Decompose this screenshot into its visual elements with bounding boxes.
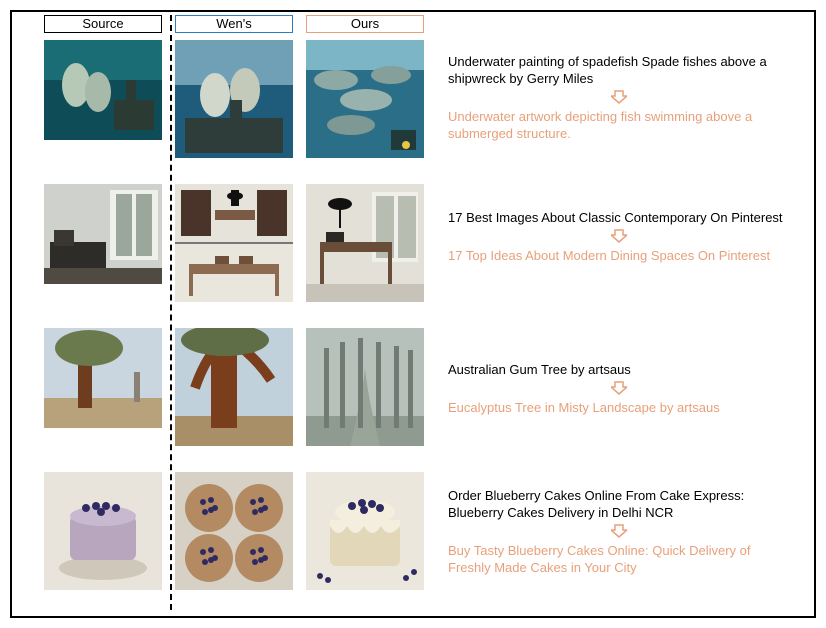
transformed-caption-2: 17 Top Ideas About Modern Dining Spaces … (448, 248, 790, 265)
thumb-wen-2 (175, 184, 293, 302)
original-caption-4: Order Blueberry Cakes Online From Cake E… (448, 488, 790, 522)
arrow-icon (448, 90, 790, 107)
captions-2: 17 Best Images About Classic Contemporar… (448, 210, 790, 265)
thumb-source-4 (44, 472, 162, 590)
original-caption-2: 17 Best Images About Classic Contemporar… (448, 210, 790, 227)
thumb-ours-4 (306, 472, 424, 590)
thumb-ours-2 (306, 184, 424, 302)
thumb-wen-3 (175, 328, 293, 446)
arrow-icon (448, 524, 790, 541)
arrow-icon (448, 381, 790, 398)
original-caption-1: Underwater painting of spadefish Spade f… (448, 54, 790, 88)
arrow-icon (448, 229, 790, 246)
transformed-caption-3: Eucalyptus Tree in Misty Landscape by ar… (448, 400, 790, 417)
thumb-wen-1 (175, 40, 293, 158)
transformed-caption-4: Buy Tasty Blueberry Cakes Online: Quick … (448, 543, 790, 577)
transformed-caption-1: Underwater artwork depicting fish swimmi… (448, 109, 790, 143)
original-caption-3: Australian Gum Tree by artsaus (448, 362, 790, 379)
separator-line (170, 15, 172, 610)
thumb-wen-4 (175, 472, 293, 590)
captions-3: Australian Gum Tree by artsaus Eucalyptu… (448, 362, 790, 417)
thumb-source-2 (44, 184, 162, 284)
thumb-ours-1 (306, 40, 424, 158)
thumb-ours-3 (306, 328, 424, 446)
thumb-source-1 (44, 40, 162, 140)
figure-content: Source Wen's Ours (12, 12, 814, 616)
captions-4: Order Blueberry Cakes Online From Cake E… (448, 488, 790, 577)
header-wen: Wen's (175, 15, 293, 33)
thumb-source-3 (44, 328, 162, 428)
captions-1: Underwater painting of spadefish Spade f… (448, 54, 790, 143)
header-source: Source (44, 15, 162, 33)
header-ours: Ours (306, 15, 424, 33)
